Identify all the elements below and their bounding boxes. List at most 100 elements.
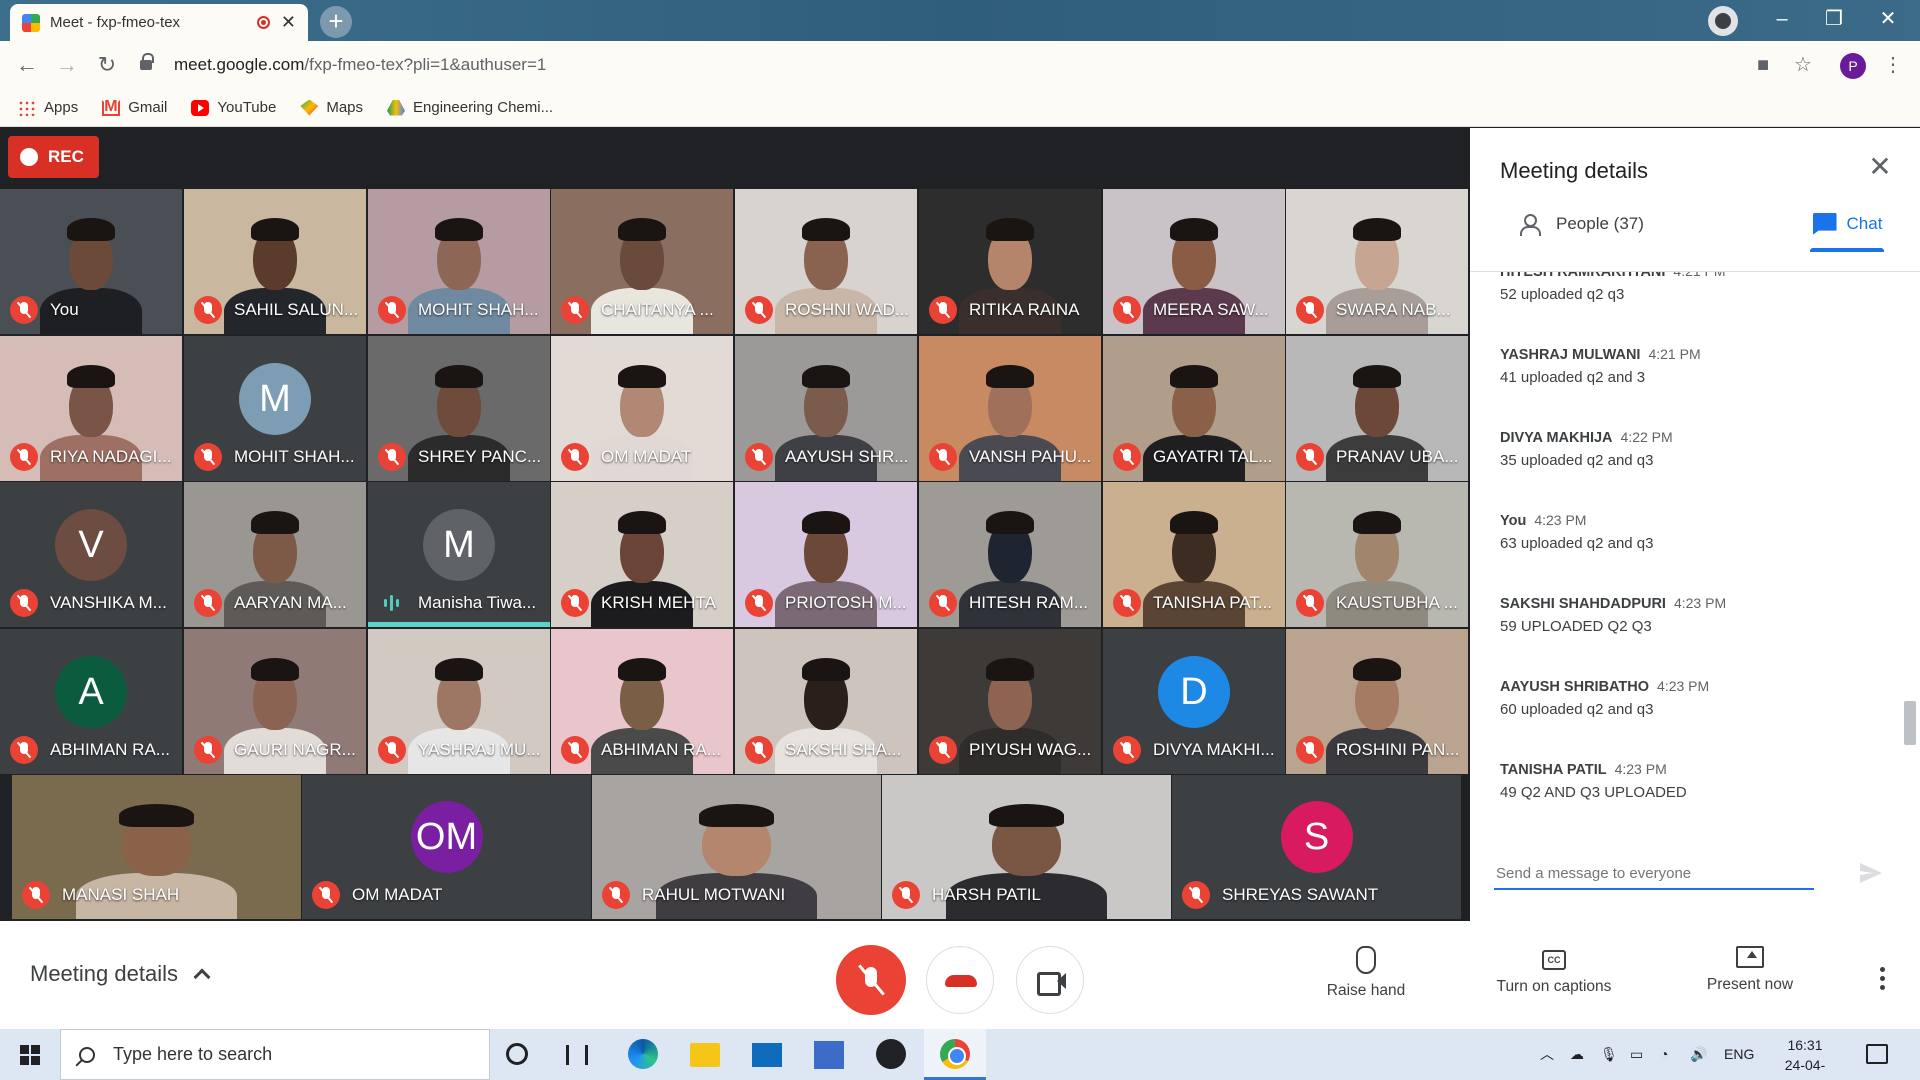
task-view-icon[interactable] [566, 1045, 588, 1065]
participant-tile[interactable]: RITIKA RAINA [919, 189, 1101, 334]
bookmark-star-icon[interactable]: ☆ [1788, 51, 1818, 81]
chat-message-input[interactable] [1494, 858, 1814, 890]
participant-tile[interactable]: PRIOTOSH M... [735, 482, 917, 627]
raise-hand-button[interactable]: Raise hand [1286, 946, 1446, 1000]
edge-icon[interactable] [628, 1039, 658, 1069]
participant-tile[interactable]: MANASI SHAH [12, 775, 301, 919]
participant-tile[interactable]: VANSH PAHU... [919, 336, 1101, 481]
participant-name: Manisha Tiwa... [418, 593, 537, 612]
chrome-icon[interactable] [940, 1039, 970, 1069]
participant-tile[interactable]: SAKSHI SHA... [735, 629, 917, 774]
wifi-icon[interactable]: ◔ [1660, 1029, 1668, 1080]
participant-tile[interactable]: MEERA SAW... [1103, 189, 1285, 334]
new-tab-button[interactable]: + [320, 6, 352, 38]
participant-tile[interactable]: GAURI NAGR... [184, 629, 366, 774]
chat-message-list[interactable]: HITESH RAMRAKHYANI 4:21 PM 52 uploaded q2 … [1500, 272, 1880, 807]
reload-button[interactable]: ↻ [92, 51, 122, 81]
back-button[interactable]: ← [12, 51, 42, 81]
participant-tile[interactable]: ROSHNI WAD... [735, 189, 917, 334]
bookmark-youtube[interactable]: YouTube [191, 99, 276, 116]
maximize-button[interactable]: ❐ [1806, 0, 1862, 41]
muted-mic-icon [561, 736, 589, 764]
leave-call-button[interactable] [926, 946, 994, 1014]
participant-tile[interactable]: OM MADAT [551, 336, 733, 481]
tab-search-icon[interactable] [1708, 6, 1738, 36]
chat-scrollbar[interactable] [1904, 701, 1916, 745]
windows-start-icon[interactable] [20, 1045, 40, 1065]
participant-tile[interactable]: RIYA NADAGI... [0, 336, 182, 481]
notifications-icon[interactable] [1866, 1044, 1888, 1064]
participant-name: VANSHIKA M... [50, 593, 167, 612]
participant-tile[interactable]: D DIVYA MAKHI... [1103, 629, 1285, 774]
participant-tile[interactable]: KAUSTUBHA ... [1286, 482, 1468, 627]
participant-tile[interactable]: ABHIMAN RA... [551, 629, 733, 774]
tray-chevron-up-icon[interactable]: ︿ [1540, 1029, 1554, 1080]
tab-close-icon[interactable]: ✕ [281, 12, 296, 33]
muted-mic-icon [745, 589, 773, 617]
browser-menu-icon[interactable]: ⋮ [1878, 51, 1908, 81]
participant-tile[interactable]: KRISH MEHTA [551, 482, 733, 627]
taskbar-search[interactable]: Type here to search [60, 1029, 490, 1080]
participant-tile[interactable]: S SHREYAS SAWANT [1172, 775, 1461, 919]
battery-icon[interactable]: ▭ [1630, 1029, 1643, 1080]
participant-tile[interactable]: HITESH RAM... [919, 482, 1101, 627]
tab-people[interactable]: People (37) [1520, 198, 1644, 250]
tab-chat[interactable]: Chat [1770, 198, 1920, 252]
send-icon[interactable] [1860, 863, 1882, 883]
participant-tile[interactable]: SAHIL SALUN... [184, 189, 366, 334]
camera-in-use-icon[interactable]: ■ [1748, 51, 1778, 81]
camera-toggle-button[interactable] [1016, 946, 1084, 1014]
bookmark-apps[interactable]: Apps [18, 99, 78, 116]
onedrive-icon[interactable]: ☁ [1570, 1029, 1584, 1080]
participant-video-hair [618, 511, 666, 535]
more-options-icon[interactable] [1874, 967, 1890, 997]
microphone-toggle-button[interactable] [836, 945, 906, 1015]
volume-icon[interactable]: 🔊 [1690, 1029, 1707, 1080]
meeting-details-toggle[interactable]: Meeting details [30, 961, 211, 987]
bookmark-engineering[interactable]: Engineering Chemi... [387, 99, 553, 116]
language-indicator[interactable]: ENG [1724, 1029, 1754, 1080]
participant-tile[interactable]: V VANSHIKA M... [0, 482, 182, 627]
window-close-button[interactable]: ✕ [1860, 0, 1916, 41]
forward-button[interactable]: → [52, 51, 82, 81]
participant-tile[interactable]: HARSH PATIL [882, 775, 1171, 919]
rec-label: REC [48, 147, 84, 166]
participant-tile[interactable]: AARYAN MA... [184, 482, 366, 627]
cortana-icon[interactable] [506, 1043, 528, 1065]
address-bar[interactable]: meet.google.com /fxp-fmeo-tex?pli=1&auth… [140, 46, 1740, 84]
participant-tile[interactable]: PIYUSH WAG... [919, 629, 1101, 774]
participant-tile[interactable]: GAYATRI TAL... [1103, 336, 1285, 481]
participant-tile[interactable]: AAYUSH SHR... [735, 336, 917, 481]
chat-message: You 4:23 PM 63 uploaded q2 and q3 [1500, 512, 1880, 552]
mail-icon[interactable] [752, 1043, 782, 1067]
captions-button[interactable]: CC Turn on captions [1474, 946, 1634, 996]
clock-time: 16:31 [1787, 1037, 1823, 1053]
close-icon[interactable]: ✕ [1864, 152, 1896, 184]
profile-avatar[interactable]: P [1840, 53, 1866, 79]
participant-tile[interactable]: CHAITANYA ... [551, 189, 733, 334]
panel-title: Meeting details [1500, 158, 1648, 183]
participant-tile[interactable]: M MOHIT SHAH... [184, 336, 366, 481]
minimize-button[interactable]: – [1754, 0, 1810, 41]
participant-tile[interactable]: TANISHA PAT... [1103, 482, 1285, 627]
participant-tile[interactable]: ROSHINI PAN... [1286, 629, 1468, 774]
taskbar-clock[interactable]: 16:31 24-04-2021 [1770, 1035, 1840, 1080]
app-icon[interactable] [814, 1041, 844, 1069]
participant-tile[interactable]: M Manisha Tiwa... [368, 482, 550, 627]
participant-tile[interactable]: YASHRAJ MU... [368, 629, 550, 774]
bookmark-maps[interactable]: Maps [300, 99, 363, 116]
participant-tile[interactable]: You [0, 189, 182, 334]
xbox-icon[interactable] [876, 1039, 906, 1069]
participant-tile[interactable]: MOHIT SHAH... [368, 189, 550, 334]
browser-tab[interactable]: Meet - fxp-fmeo-tex ✕ [10, 4, 308, 41]
participant-tile[interactable]: RAHUL MOTWANI [592, 775, 881, 919]
bookmark-gmail[interactable]: Gmail [102, 98, 167, 116]
participant-tile[interactable]: SWARA NAB... [1286, 189, 1468, 334]
microphone-icon[interactable]: 🎙 [1600, 1029, 1618, 1080]
present-now-button[interactable]: Present now [1670, 946, 1830, 994]
participant-tile[interactable]: PRANAV UBA... [1286, 336, 1468, 481]
participant-tile[interactable]: A ABHIMAN RA... [0, 629, 182, 774]
participant-tile[interactable]: OM OM MADAT [302, 775, 591, 919]
participant-tile[interactable]: SHREY PANC... [368, 336, 550, 481]
file-explorer-icon[interactable] [690, 1043, 720, 1067]
